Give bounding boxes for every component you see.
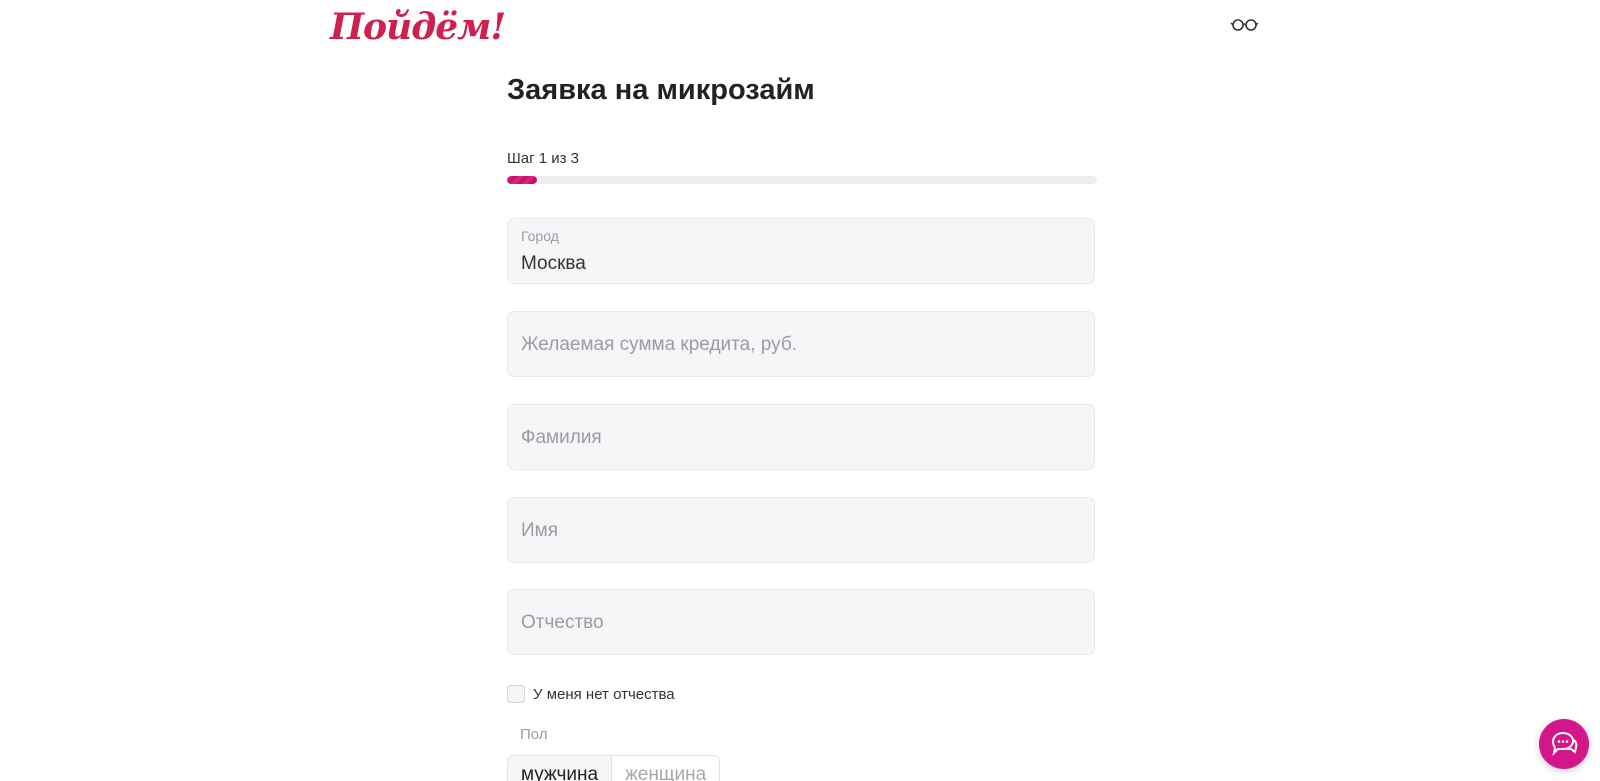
chat-icon [1551,731,1578,757]
glasses-icon[interactable] [1230,14,1260,34]
last-name-field[interactable]: Фамилия [507,404,1095,470]
progress-fill [507,176,537,184]
city-field[interactable]: Город Москва [507,218,1095,284]
gender-option-male[interactable]: мужчина [508,756,612,781]
amount-field[interactable]: Желаемая сумма кредита, руб. [507,311,1095,377]
gender-option-female[interactable]: женщина [611,756,720,781]
progress-bar [507,176,1097,184]
page: Пойдём! Заявка на микрозайм Шаг 1 из 3 Г… [0,0,1600,781]
no-patronymic-checkbox-row[interactable]: У меня нет отчества [507,683,675,705]
logo[interactable]: Пойдём! [330,6,506,48]
last-name-placeholder: Фамилия [521,427,602,448]
chat-button[interactable] [1539,719,1589,769]
amount-placeholder: Желаемая сумма кредита, руб. [521,334,797,355]
first-name-placeholder: Имя [521,520,559,541]
no-patronymic-label: У меня нет отчества [533,685,675,703]
step-indicator: Шаг 1 из 3 [507,150,580,167]
page-title: Заявка на микрозайм [507,74,815,106]
gender-label: Пол [520,726,548,743]
no-patronymic-checkbox[interactable] [507,685,525,703]
city-value: Москва [521,253,586,274]
patronymic-field[interactable]: Отчество [507,589,1095,655]
patronymic-placeholder: Отчество [521,612,604,633]
first-name-field[interactable]: Имя [507,497,1095,563]
gender-selector: мужчина женщина [507,755,721,781]
city-label: Город [521,228,559,244]
